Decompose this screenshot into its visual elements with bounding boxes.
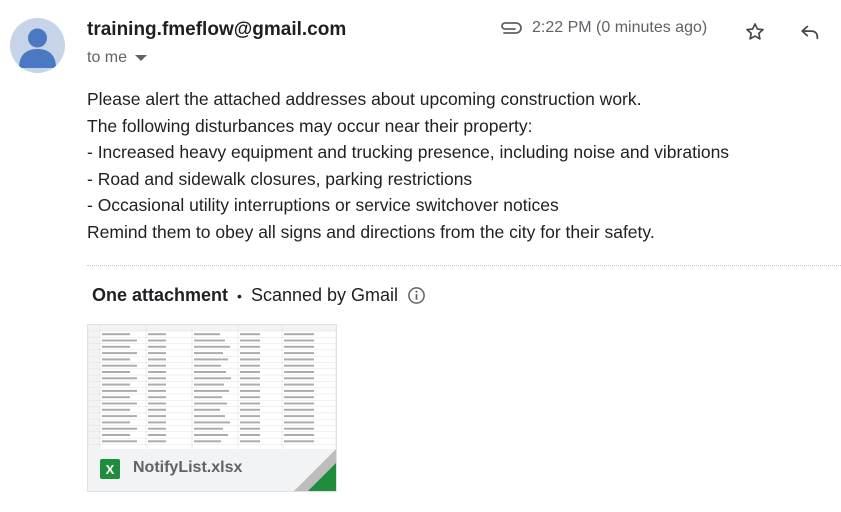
spreadsheet-thumbnail [88,325,336,451]
recipient-details-toggle[interactable]: to me [87,49,148,67]
attachment-divider [87,265,841,266]
scan-label: Scanned by Gmail [250,285,399,305]
star-button[interactable] [742,19,768,45]
sender-email: training.fmeflow@gmail.com [87,19,347,40]
body-line: Please alert the attached addresses abou… [87,89,642,109]
body-line: - Road and sidewalk closures, parking re… [87,168,473,189]
info-icon[interactable] [407,286,426,305]
body-line: - Occasional utility interruptions or se… [87,195,559,216]
body-line: Remind them to obey all signs and direct… [87,221,655,242]
caret-down-icon [135,55,148,61]
separator-dot: • [237,287,242,304]
reply-icon [801,25,819,40]
message-body: Please alert the attached addresses abou… [87,86,729,246]
message-meta: 2:22 PM (0 minutes ago) [498,19,707,37]
spreadsheet-preview [88,325,336,451]
corner-fold-icon [294,449,336,491]
paperclip-icon [501,22,522,34]
person-icon [19,28,56,68]
recipient-label: to me [87,49,128,66]
star-icon [746,23,764,40]
attachment-card[interactable]: X NotifyList.xlsx [87,324,337,492]
sender-avatar[interactable] [10,18,65,73]
attachment-count: One attachment [92,285,229,305]
attachment-header: One attachment • Scanned by Gmail [92,285,426,306]
body-line: The following disturbances may occur nea… [87,115,533,136]
body-line: - Increased heavy equipment and trucking… [87,142,730,163]
reply-button[interactable] [797,19,823,45]
attachment-filename: NotifyList.xlsx [133,459,243,476]
message-time: 2:22 PM (0 minutes ago) [532,19,708,36]
excel-icon: X [100,459,120,479]
